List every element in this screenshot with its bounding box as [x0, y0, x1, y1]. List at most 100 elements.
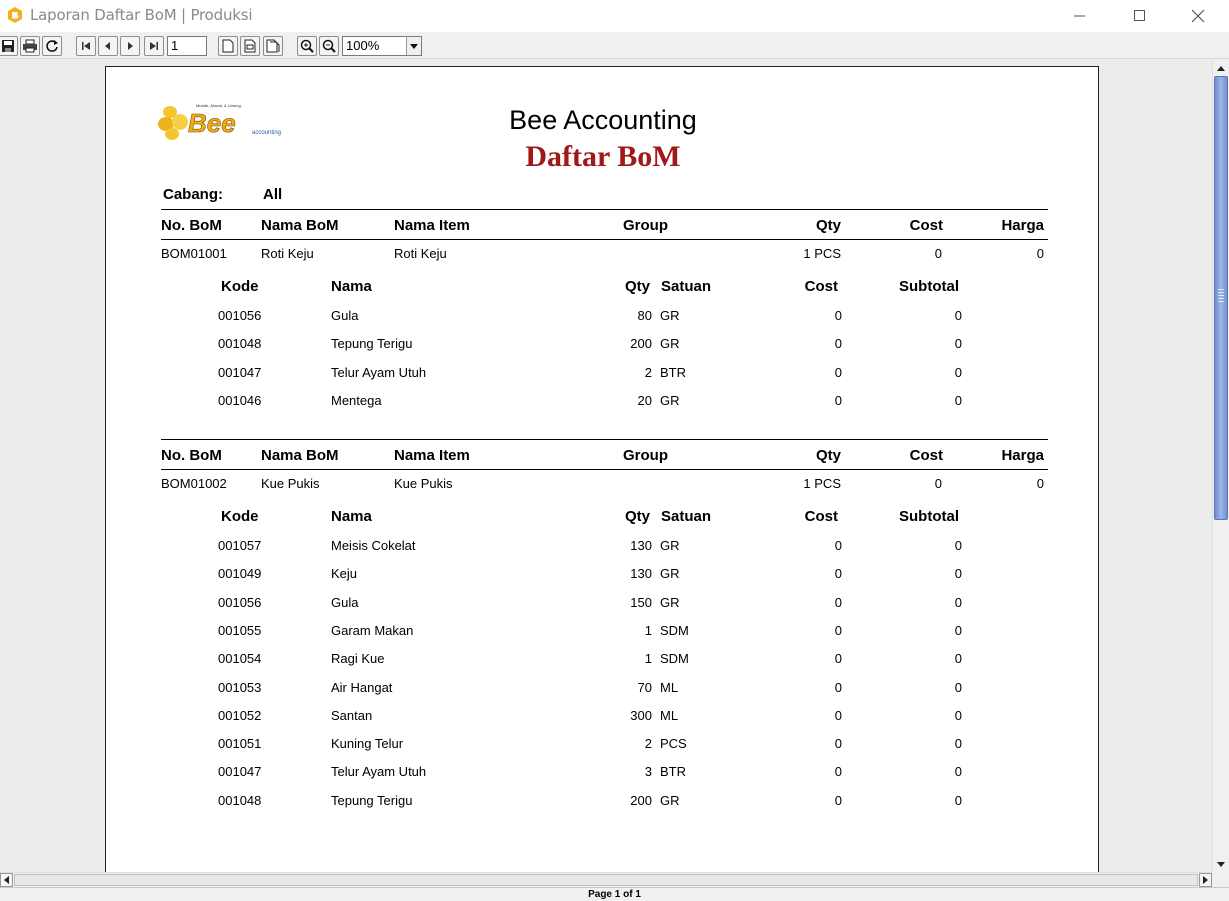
material-name: Santan [331, 708, 373, 723]
dropdown-arrow[interactable] [406, 37, 421, 55]
scroll-right-button[interactable] [1199, 873, 1212, 887]
material-name: Tepung Terigu [331, 336, 413, 351]
material-unit: ML [660, 680, 679, 695]
first-page-button[interactable] [76, 36, 96, 56]
col-header-harga: Harga [1001, 447, 1044, 464]
material-unit: ML [660, 708, 679, 723]
material-qty: 130 [630, 566, 652, 581]
detail-header-subtotal: Subtotal [899, 278, 959, 295]
material-cost: 0 [834, 566, 842, 581]
page-number-input[interactable]: 1 [167, 36, 207, 56]
col-header-nama-item: Nama Item [394, 217, 470, 234]
material-cost: 0 [834, 365, 842, 380]
material-subtotal: 0 [954, 595, 962, 610]
material-subtotal: 0 [954, 623, 962, 638]
material-code: 001051 [218, 736, 262, 751]
last-page-button[interactable] [144, 36, 164, 56]
material-subtotal: 0 [954, 336, 962, 351]
material-unit: SDM [660, 651, 689, 666]
chevron-right-icon [1203, 876, 1208, 884]
detail-header-satuan: Satuan [661, 508, 712, 525]
material-code: 001048 [218, 336, 262, 351]
page-count-status: Page 1 of 1 [588, 889, 641, 900]
detail-header-kode: Kode [221, 508, 259, 525]
report-toolbar: 1 100% [0, 33, 1229, 59]
maximize-button[interactable] [1110, 0, 1170, 32]
zoom-in-button[interactable] [297, 36, 317, 56]
save-button[interactable] [0, 36, 18, 56]
chevron-down-icon [1217, 861, 1225, 867]
scroll-left-button[interactable] [0, 873, 13, 887]
window-title: Laporan Daftar BoM | Produksi [30, 6, 253, 24]
header-rule-top [161, 439, 1048, 440]
material-unit: SDM [660, 623, 689, 638]
material-unit: GR [660, 538, 680, 553]
material-unit: BTR [660, 764, 686, 779]
vertical-scrollbar[interactable] [1212, 60, 1229, 872]
zoom-dropdown[interactable]: 100% [342, 36, 422, 56]
material-code: 001046 [218, 393, 262, 408]
next-page-icon [128, 42, 133, 50]
col-header-nama-bom: Nama BoM [261, 217, 339, 234]
detail-header-qty: Qty [624, 278, 650, 295]
material-subtotal: 0 [954, 793, 962, 808]
company-name: Bee Accounting [509, 105, 697, 135]
bom-name: Kue Pukis [261, 476, 320, 491]
col-header-no-bom: No. BoM [161, 217, 222, 234]
material-qty: 300 [630, 708, 652, 723]
refresh-button[interactable] [42, 36, 62, 56]
bom-qty: 1 PCS [803, 246, 841, 261]
material-name: Ragi Kue [331, 651, 385, 666]
horizontal-scrollbar[interactable] [0, 872, 1212, 887]
minimize-button[interactable] [1050, 0, 1110, 32]
whole-page-button[interactable] [263, 36, 283, 56]
col-header-qty: Qty [815, 217, 841, 234]
material-cost: 0 [834, 736, 842, 751]
detail-header-satuan: Satuan [661, 278, 712, 295]
previous-page-icon [105, 42, 110, 50]
next-page-button[interactable] [120, 36, 140, 56]
minimize-icon [1074, 15, 1085, 17]
material-qty: 2 [644, 365, 652, 380]
single-page-button[interactable] [218, 36, 238, 56]
maximize-icon [1134, 10, 1145, 21]
detail-header-qty: Qty [624, 508, 650, 525]
bom-harga: 0 [1036, 476, 1044, 491]
material-code: 001056 [218, 308, 262, 323]
material-subtotal: 0 [954, 365, 962, 380]
col-header-harga: Harga [1001, 217, 1044, 234]
save-icon [2, 40, 14, 52]
material-qty: 1 [644, 623, 652, 638]
bom-cost: 0 [934, 246, 942, 261]
report-page: Bee Mudah, Akurat, & Untung. accounting … [105, 66, 1099, 872]
horizontal-scroll-track[interactable] [14, 874, 1198, 886]
print-button[interactable] [20, 36, 40, 56]
scroll-down-button[interactable] [1213, 856, 1229, 872]
report-viewport: Bee Mudah, Akurat, & Untung. accounting … [0, 60, 1212, 872]
previous-page-button[interactable] [98, 36, 118, 56]
zoom-out-button[interactable] [319, 36, 339, 56]
close-button[interactable] [1168, 0, 1228, 32]
material-name: Telur Ayam Utuh [331, 764, 427, 779]
material-unit: BTR [660, 365, 686, 380]
material-qty: 2 [644, 736, 652, 751]
refresh-icon [46, 40, 58, 52]
material-name: Kuning Telur [331, 736, 404, 751]
bom-cost: 0 [934, 476, 942, 491]
material-code: 001054 [218, 651, 262, 666]
page-width-button[interactable] [240, 36, 260, 56]
chevron-up-icon [1217, 65, 1225, 71]
material-subtotal: 0 [954, 680, 962, 695]
material-unit: GR [660, 793, 680, 808]
material-cost: 0 [834, 393, 842, 408]
scroll-up-button[interactable] [1213, 60, 1229, 76]
material-cost: 0 [834, 336, 842, 351]
col-header-group: Group [623, 447, 668, 464]
zoom-out-icon [322, 39, 336, 53]
col-header-no-bom: No. BoM [161, 447, 222, 464]
bom-item-name: Kue Pukis [394, 476, 453, 491]
app-logo-icon [8, 7, 22, 23]
material-qty: 3 [644, 764, 652, 779]
vertical-scroll-thumb[interactable] [1214, 76, 1228, 520]
material-cost: 0 [834, 623, 842, 638]
